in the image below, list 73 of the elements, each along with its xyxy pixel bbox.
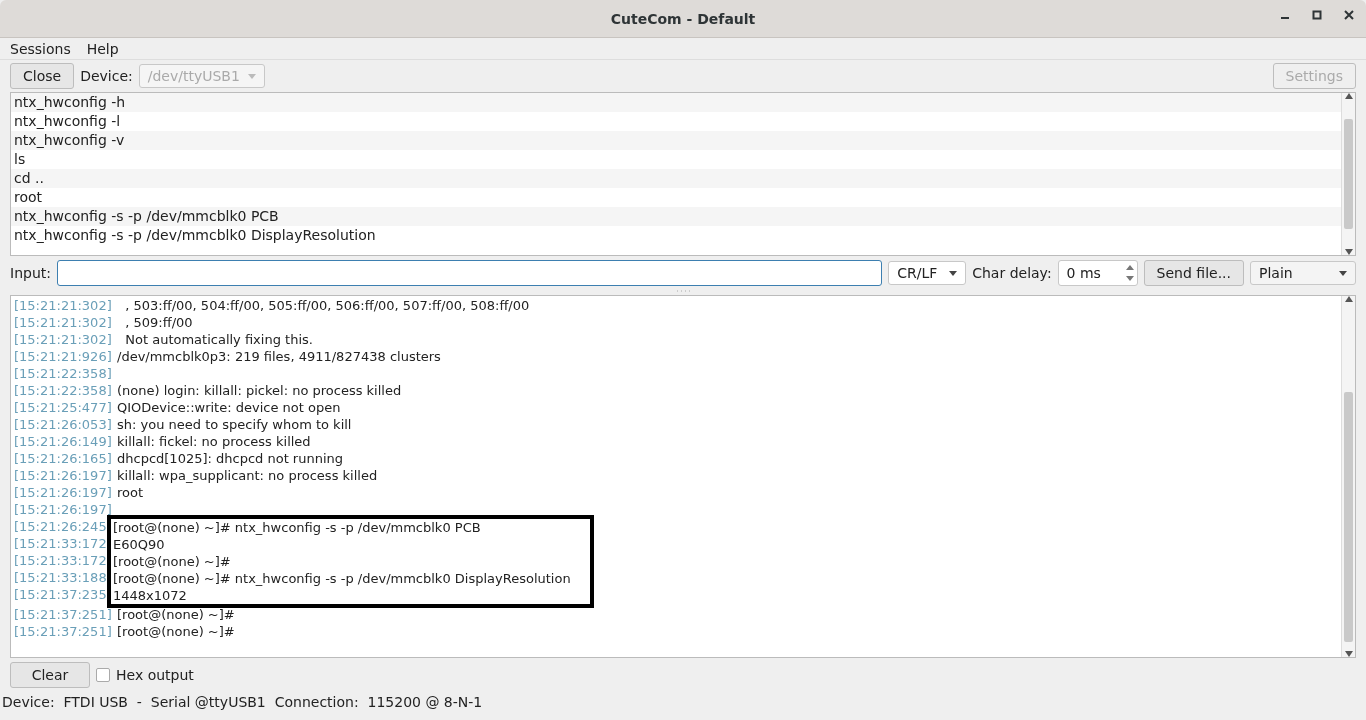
timestamp: [15:21:33:188 [14, 569, 108, 586]
history-item[interactable]: ntx_hwconfig -s -p /dev/mmcblk0 DisplayResolution [11, 226, 1341, 245]
log-text: [root@(none) ~]# [113, 553, 231, 570]
clear-button[interactable]: Clear [10, 662, 90, 688]
history-item[interactable]: cd .. [11, 169, 1341, 188]
timestamp: [15:21:26:165] [14, 450, 113, 467]
log-text: root [117, 484, 144, 501]
log-text: QIODevice::write: device not open [117, 399, 341, 416]
timestamp: [15:21:37:235 [14, 586, 108, 603]
log-text: [root@(none) ~]# ntx_hwconfig -s -p /dev/mmcblk0 DisplayResolution [113, 570, 571, 587]
timestamp: [15:21:37:251] [14, 606, 113, 623]
dropdown-arrow-icon [949, 270, 958, 276]
timestamp: [15:21:26:197] [14, 484, 113, 501]
send-file-button[interactable]: Send file... [1143, 260, 1244, 286]
timestamp: [15:21:26:053] [14, 416, 113, 433]
history-item[interactable]: root [11, 188, 1341, 207]
log-text: E60Q90 [113, 536, 165, 553]
history-item[interactable]: ntx_hwconfig -l [11, 112, 1341, 131]
checkbox[interactable] [96, 668, 110, 682]
timestamp: [15:21:33:172 [14, 535, 108, 552]
dropdown-arrow-icon [1339, 270, 1347, 276]
log-text: killall: wpa_supplicant: no process killed [117, 467, 378, 484]
history-item[interactable]: ntx_hwconfig -v [11, 131, 1341, 150]
scrollbar[interactable] [1341, 93, 1355, 255]
timestamp: [15:21:25:477] [14, 399, 113, 416]
timestamp: [15:21:26:245 [14, 518, 108, 535]
history-item[interactable]: ntx_hwconfig -s -p /dev/mmcblk0 PCB [11, 207, 1341, 226]
char-delay-label: Char delay: [972, 265, 1052, 281]
timestamp: [15:21:22:358] [14, 382, 113, 399]
mode-dropdown[interactable]: Plain [1250, 261, 1356, 285]
log-text: [root@(none) ~]# ntx_hwconfig -s -p /dev/mmcblk0 PCB [113, 519, 481, 536]
char-delay-spinbox[interactable]: 0 ms [1057, 260, 1138, 286]
scrollbar[interactable] [1341, 296, 1355, 657]
log-text: sh: you need to specify whom to kill [117, 416, 352, 433]
timestamp: [15:21:21:302] [14, 297, 113, 314]
timestamp: [15:21:33:172 [14, 552, 108, 569]
log-text: , 503:ff/00, 504:ff/00, 505:ff/00, 506:ff/00, 507:ff/00, 508:ff/00 [124, 297, 530, 314]
log-text: killall: fickel: no process killed [117, 433, 311, 450]
timestamp: [15:21:26:149] [14, 433, 113, 450]
hex-output-label: Hex output [116, 667, 194, 683]
history-item[interactable]: ntx_hwconfig -h [11, 93, 1341, 112]
status-text: Device: FTDI USB - Serial @ttyUSB1 Connection: 115200 @ 8-N-1 [2, 694, 483, 710]
maximize-icon[interactable] [1312, 10, 1322, 20]
timestamp: [15:21:26:197] [14, 501, 113, 518]
log-text: , 509:ff/00 [124, 314, 193, 331]
timestamp: [15:21:21:302] [14, 331, 113, 348]
timestamp: [15:21:21:302] [14, 314, 113, 331]
input-field[interactable] [56, 260, 883, 286]
close-button[interactable]: Close [10, 63, 75, 89]
menu-item[interactable]: Sessions [10, 40, 71, 57]
scroll-down-arrow-icon[interactable] [1344, 651, 1353, 657]
dropdown-arrow-icon [247, 73, 256, 79]
log-text: /dev/mmcblk0p3: 219 files, 4911/827438 clusters [117, 348, 441, 365]
log-text: dhcpcd[1025]: dhcpcd not running [117, 450, 344, 467]
close-icon[interactable] [1344, 10, 1354, 20]
log-text: [root@(none) ~]# [117, 623, 235, 640]
scroll-up-arrow-icon[interactable] [1344, 296, 1353, 302]
scroll-up-arrow-icon[interactable] [1344, 93, 1353, 99]
history-item[interactable]: ls [11, 150, 1341, 169]
scroll-down-arrow-icon[interactable] [1344, 249, 1353, 255]
input-label: Input: [10, 265, 51, 281]
log-text: [root@(none) ~]# [117, 606, 235, 623]
line-ending-dropdown[interactable]: CR/LF [888, 261, 967, 285]
device-label: Device: [80, 68, 133, 84]
timestamp: [15:21:37:251] [14, 623, 113, 640]
timestamp: [15:21:22:358] [14, 365, 113, 382]
log-text: Not automatically fixing this. [124, 331, 313, 348]
timestamp: [15:21:26:197] [14, 467, 113, 484]
log-text: 1448x1072 [113, 587, 187, 604]
menu-item[interactable]: Help [86, 40, 119, 57]
log-text: (none) login: killall: pickel: no process killed [117, 382, 402, 399]
window-title: CuteCom - Default [610, 10, 756, 27]
timestamp: [15:21:21:926] [14, 348, 113, 365]
